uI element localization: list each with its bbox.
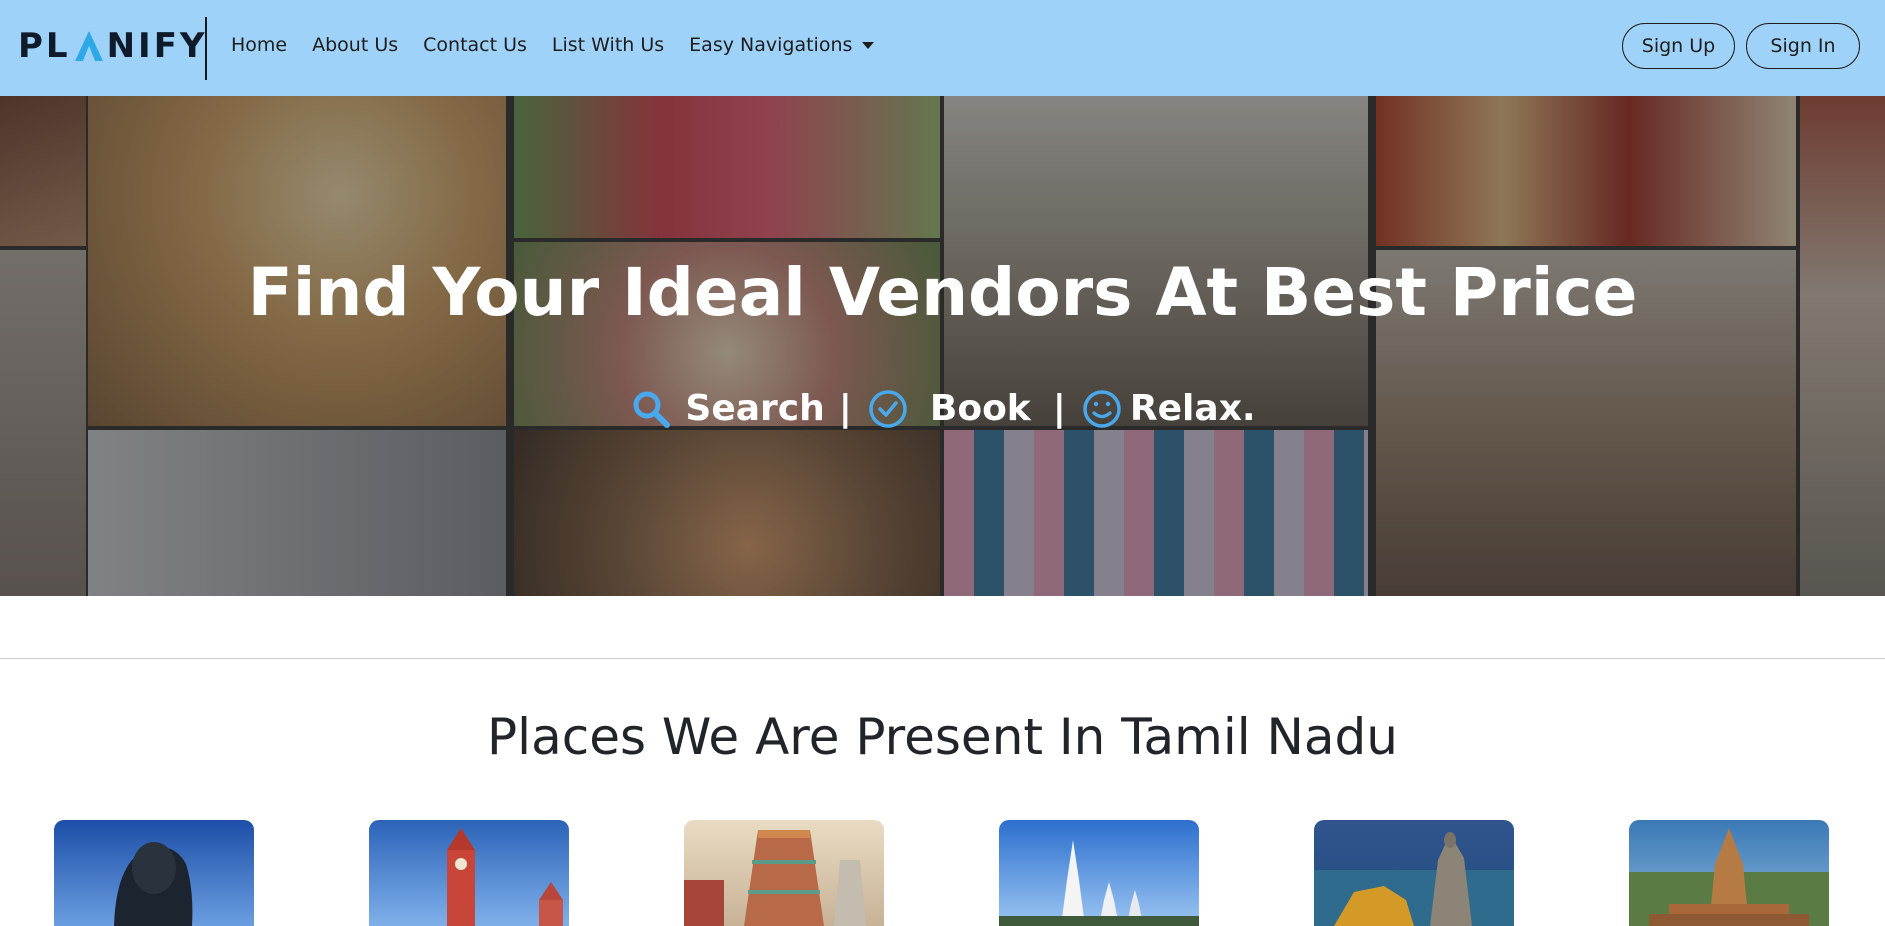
hero-steps: Search | Book | Relax. — [0, 388, 1885, 429]
logo-text-right: NIFY — [106, 26, 208, 66]
place-card-coastal-memorial[interactable] — [1314, 820, 1514, 926]
nav-about-us[interactable]: About Us — [312, 34, 398, 56]
sign-in-button[interactable]: Sign In — [1746, 23, 1860, 69]
step-separator: | — [838, 388, 852, 429]
nav-links: Home About Us Contact Us List With Us Ea… — [231, 34, 899, 56]
step-separator: | — [1052, 388, 1066, 429]
nav-easy-navigations-dropdown[interactable]: Easy Navigations — [689, 34, 875, 56]
place-card-adiyogi[interactable] — [54, 820, 254, 926]
logo-divider — [205, 17, 207, 80]
place-card-clock-tower[interactable] — [369, 820, 569, 926]
dropdown-label: Easy Navigations — [689, 34, 853, 56]
smile-icon — [1083, 389, 1121, 428]
caret-down-icon — [862, 41, 875, 49]
nav-list-with-us[interactable]: List With Us — [552, 34, 664, 56]
hero-banner: Find Your Ideal Vendors At Best Price Se… — [0, 96, 1885, 596]
planify-logo[interactable]: PL NIFY — [18, 26, 208, 66]
places-section-title: Places We Are Present In Tamil Nadu — [487, 708, 1398, 766]
logo-a-icon — [74, 30, 104, 62]
section-divider — [0, 658, 1885, 659]
nav-home[interactable]: Home — [231, 34, 287, 56]
place-card-church[interactable] — [999, 820, 1199, 926]
nav-contact-us[interactable]: Contact Us — [423, 34, 527, 56]
hero-title: Find Your Ideal Vendors At Best Price — [247, 254, 1638, 331]
top-navbar: PL NIFY Home About Us Contact Us List Wi… — [0, 0, 1885, 96]
place-card-temple-gopuram[interactable] — [684, 820, 884, 926]
sign-up-button[interactable]: Sign Up — [1622, 23, 1735, 69]
logo-text-left: PL — [18, 26, 71, 66]
step-relax: Relax. — [1129, 388, 1256, 429]
place-card-big-temple[interactable] — [1629, 820, 1829, 926]
hero-dark-overlay — [0, 96, 1885, 596]
step-search: Search — [685, 388, 825, 429]
step-book: Book — [929, 388, 1031, 429]
search-icon — [633, 391, 671, 428]
check-circle-icon — [869, 389, 907, 428]
